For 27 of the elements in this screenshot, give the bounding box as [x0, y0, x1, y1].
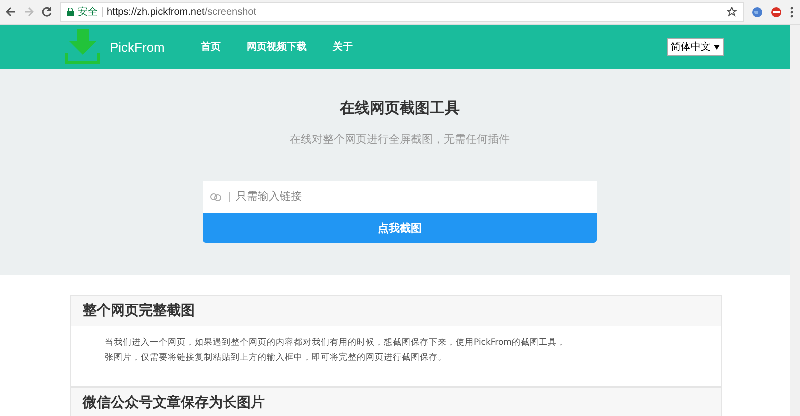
url-input-field[interactable]: 只需输入链接: [203, 181, 597, 213]
back-icon[interactable]: [6, 7, 16, 17]
language-select[interactable]: 简体中文: [667, 38, 724, 56]
lock-icon: [67, 8, 74, 16]
nav-link[interactable]: 首页: [200, 40, 221, 54]
reload-icon[interactable]: [42, 7, 52, 17]
section-title: 微信公众号文章保存为长图片: [71, 388, 721, 416]
section-text: 当我们进入一个网页，如果遇到整个网页的内容都对我们有用的时候，想截图保存下来，使用PickFrom的截图工具，: [105, 336, 567, 350]
globe-icon[interactable]: [752, 6, 763, 18]
capture-button[interactable]: 点我截图: [203, 213, 597, 243]
nav-link[interactable]: 关于: [332, 40, 353, 54]
star-icon[interactable]: [727, 7, 737, 17]
nav-link[interactable]: 网页视频下载: [246, 40, 307, 54]
page-subtitle: 在线对整个网页进行全屏截图，无需任何插件: [290, 132, 510, 147]
stop-sign-icon[interactable]: [771, 6, 782, 18]
brand-name[interactable]: PickFrom: [110, 40, 165, 54]
address-bar[interactable]: 安全 https://zh.pickfrom.net/screenshot: [60, 2, 744, 22]
url-text: https://zh.pickfrom.net/screenshot: [107, 6, 257, 18]
page-title: 在线网页截图工具: [340, 99, 460, 118]
scrollbar[interactable]: [790, 25, 800, 416]
section-text: 张图片，仅需要将链接复制粘贴到上方的输入框中，即可将完整的网页进行截图保存。: [105, 352, 448, 365]
menu-icon[interactable]: [790, 6, 794, 18]
download-icon: [64, 29, 102, 65]
section-title: 整个网页完整截图: [71, 296, 721, 326]
secure-label: 安全: [78, 6, 98, 19]
caret-icon: [714, 44, 720, 50]
link-icon: [210, 193, 222, 202]
